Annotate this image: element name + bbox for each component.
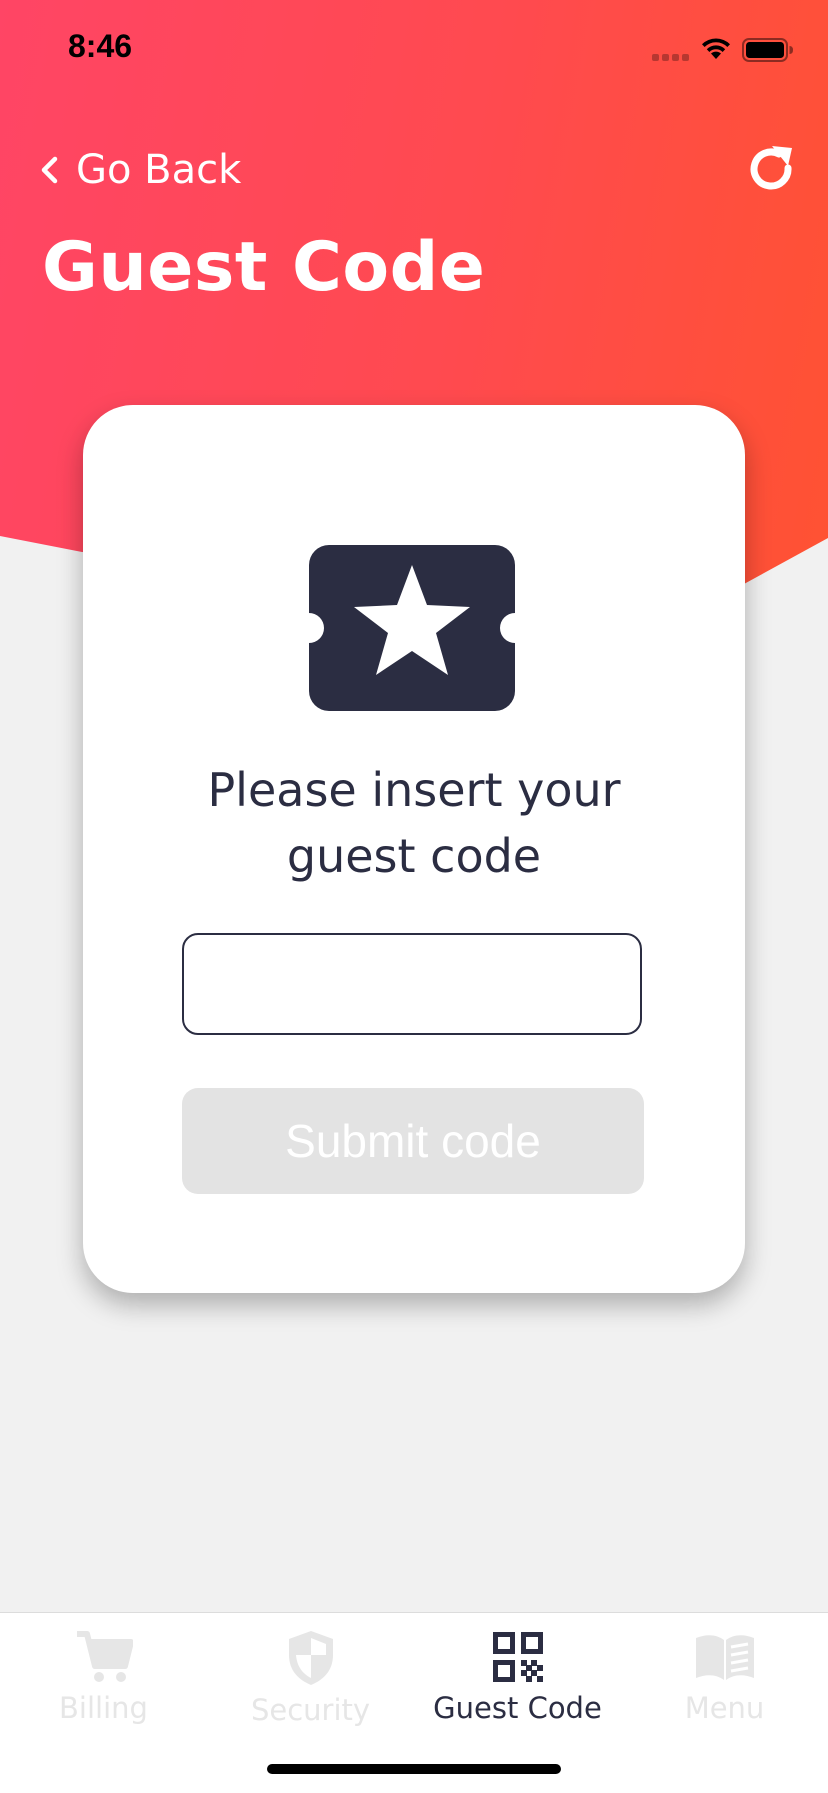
go-back-button[interactable]: Go Back (38, 140, 241, 200)
tab-label: Menu (684, 1691, 765, 1725)
tab-billing[interactable]: Billing (0, 1613, 207, 1725)
guest-code-input[interactable] (182, 933, 642, 1035)
status-time: 8:46 (68, 28, 133, 64)
battery-icon (742, 38, 793, 62)
cellular-signal-icon (652, 54, 692, 62)
tab-label: Guest Code (433, 1691, 602, 1725)
wifi-icon (702, 38, 730, 59)
shield-icon (288, 1631, 333, 1685)
guest-code-prompt: Please insert your guest code (207, 763, 621, 883)
ticket-star-icon (309, 545, 515, 711)
status-bar: 8:46 (0, 0, 828, 100)
tab-guest-code[interactable]: Guest Code (414, 1613, 621, 1725)
home-indicator (267, 1764, 561, 1774)
refresh-icon[interactable] (744, 142, 800, 198)
tab-menu[interactable]: Menu (621, 1613, 828, 1725)
tab-label: Billing (59, 1691, 148, 1725)
cart-icon (76, 1631, 133, 1682)
guest-code-card: Please insert your guest code Submit cod… (83, 405, 745, 1293)
tab-security[interactable]: Security (207, 1613, 414, 1727)
page-title: Guest Code (42, 228, 486, 307)
chevron-left-icon (41, 156, 58, 184)
tab-label: Security (250, 1693, 371, 1727)
submit-code-button[interactable]: Submit code (182, 1088, 644, 1194)
qr-code-icon (492, 1632, 543, 1682)
go-back-label: Go Back (76, 147, 242, 193)
book-icon (695, 1635, 754, 1680)
